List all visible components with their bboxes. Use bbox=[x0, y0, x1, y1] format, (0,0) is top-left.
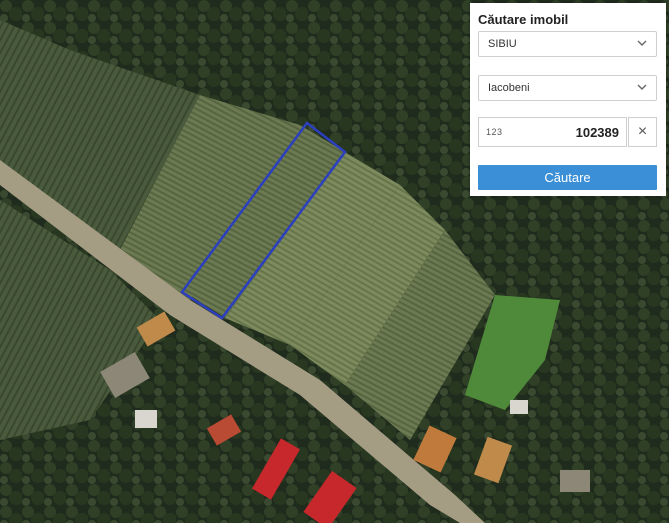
county-value: SIBIU bbox=[488, 38, 517, 50]
county-select[interactable]: SIBIU bbox=[478, 31, 657, 57]
search-button[interactable]: Căutare bbox=[478, 165, 657, 190]
close-icon[interactable]: × bbox=[628, 117, 657, 147]
cadastral-search-row: 123 102389 × bbox=[478, 117, 657, 147]
house bbox=[135, 410, 157, 428]
search-panel: Căutare imobil SIBIU Iacobeni 123 102389… bbox=[470, 3, 666, 196]
locality-value: Iacobeni bbox=[488, 82, 530, 94]
number-icon: 123 bbox=[486, 127, 503, 137]
chevron-down-icon bbox=[637, 84, 647, 90]
cadastral-number-value: 102389 bbox=[575, 125, 619, 140]
house bbox=[560, 470, 590, 492]
locality-select[interactable]: Iacobeni bbox=[478, 75, 657, 101]
house bbox=[510, 400, 528, 414]
cadastral-number-input[interactable]: 123 102389 bbox=[478, 117, 627, 147]
panel-title: Căutare imobil bbox=[478, 12, 569, 27]
chevron-down-icon bbox=[637, 40, 647, 46]
